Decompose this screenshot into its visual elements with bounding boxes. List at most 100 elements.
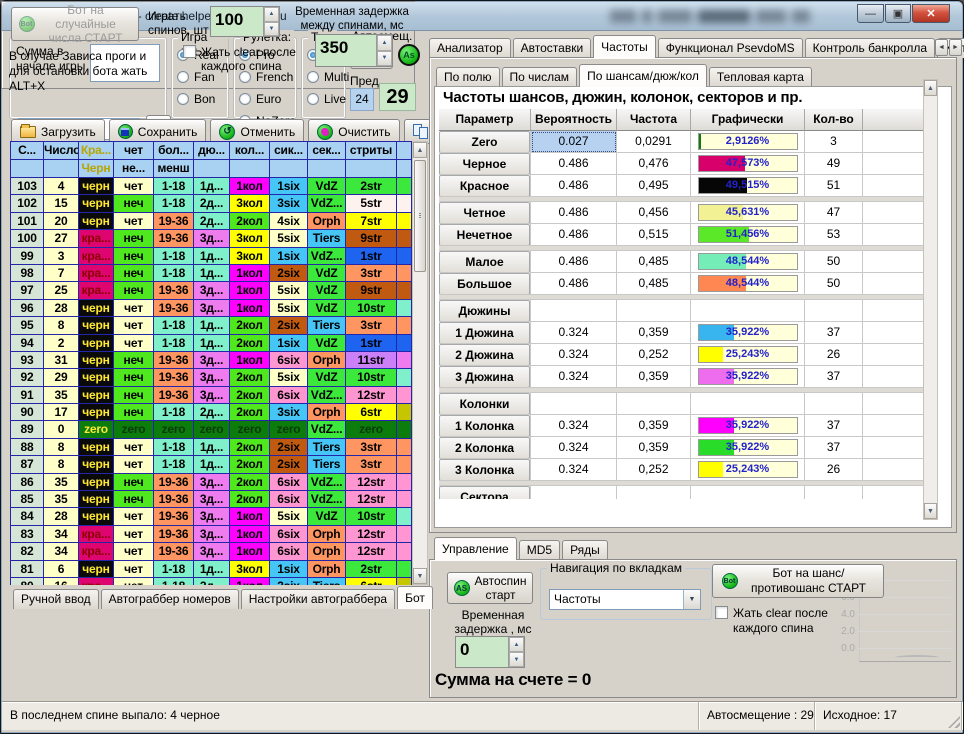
spins-row[interactable]: 9628чернчет19-363д...1кол5sixVdZ10str [11, 300, 412, 317]
frequency-param-button[interactable]: Zero [439, 131, 530, 153]
clear-after-spin-checkbox[interactable]: Жать clear после каждого спина [715, 606, 841, 636]
title-bar[interactable]: 7 HelperRoullet 8.62 - create helperroul… [2, 2, 962, 31]
spins-row[interactable]: 9331черннеч19-363д...1кол6sixOrph11str [11, 352, 412, 369]
clear-after-spin-checkbox[interactable]: Жать clear после каждого спина [183, 45, 303, 73]
frequency-param-button[interactable]: Четное [439, 202, 530, 224]
spins-row[interactable]: 9229черннеч19-363д...2кол5sixVdZ10str [11, 369, 412, 386]
scroll-down-icon[interactable]: ▼ [924, 503, 937, 519]
spins-row[interactable]: 1034чернчет1-181д...1кол1sixVdZ2str [11, 178, 412, 195]
subtab-по-полю[interactable]: По полю [436, 67, 500, 87]
step-up-icon[interactable]: ▲ [264, 7, 279, 22]
frequency-param-button[interactable]: Красное [439, 175, 530, 197]
frequency-param-button[interactable]: Черное [439, 153, 530, 175]
frequency-scrollbar[interactable]: ▲ ▼ [923, 79, 938, 520]
close-button[interactable]: ✕ [912, 4, 950, 23]
spins-row[interactable]: 9017черннеч1-182д...2кол3sixOrph6str [11, 404, 412, 421]
subtab-тепловая-карта[interactable]: Тепловая карта [709, 67, 812, 87]
spins-row[interactable]: 9725кра...неч19-363д...1кол5sixVdZ9str [11, 282, 412, 299]
spins-row[interactable]: 8535черннеч19-363д...2кол6sixVdZ...12str [11, 491, 412, 508]
frequency-param-cell: Колонки [439, 393, 531, 415]
spins-count-stepper[interactable]: 100 ▲▼ [210, 6, 280, 37]
spins-row[interactable]: 958чернчет1-181д...2кол2sixTiers3str [11, 317, 412, 334]
step-up-icon[interactable]: ▲ [509, 637, 524, 652]
step-up-icon[interactable]: ▲ [377, 35, 392, 51]
tab-анализатор[interactable]: Анализатор [429, 38, 511, 58]
frequency-param-button[interactable]: 2 Дюжина [439, 344, 530, 366]
tab-частоты[interactable]: Частоты [593, 35, 656, 58]
chevron-down-icon[interactable]: ▼ [683, 590, 700, 609]
tab-navigation-value: Частоты [550, 590, 683, 609]
tab-nav-right-icon[interactable]: ► [949, 39, 962, 56]
radio-icon[interactable] [307, 93, 319, 105]
tab-nav-left-icon[interactable]: ◄ [935, 39, 948, 56]
spins-row[interactable]: 987кра...неч1-181д...1кол2sixVdZ3str [11, 265, 412, 282]
frequency-param-button[interactable]: 3 Дюжина [439, 366, 530, 388]
bottab-бот[interactable]: Бот [397, 586, 433, 609]
subtab-по-шансам-дюж-кол[interactable]: По шансам/дюж/кол [579, 64, 707, 87]
frequency-param-button[interactable]: 3 Колонка [439, 459, 530, 481]
radio-option-bon[interactable]: Bon [177, 88, 226, 110]
spins-row[interactable]: 10027кра...неч19-363д...3кол5sixTiers9st… [11, 230, 412, 247]
spins-row[interactable]: 942чернчет1-181д...2кол1sixVdZ1str [11, 335, 412, 352]
spins-row[interactable]: 890zerozerozerozerozerozeroVdZ...zero [11, 421, 412, 438]
tab-контроль-банкролла[interactable]: Контроль банкролла [805, 38, 935, 58]
frequency-param-button[interactable]: 1 Дюжина [439, 322, 530, 344]
minimize-button[interactable]: — [857, 4, 884, 23]
spins-row[interactable]: 8428чернчет19-363д...1кол5sixVdZ10str [11, 508, 412, 525]
spins-row[interactable]: 9135черннеч19-363д...2кол6sixVdZ...12str [11, 387, 412, 404]
spins-row[interactable]: 816чернчет1-181д...3кол1sixOrph2str [11, 561, 412, 578]
ctrltab-ряды[interactable]: Ряды [562, 540, 608, 560]
chance-bot-start-button[interactable]: Bot Бот на шанс/противошанс СТАРТ [712, 564, 884, 598]
radio-option-live[interactable]: Live [307, 88, 343, 110]
scroll-up-icon[interactable]: ▲ [924, 80, 937, 96]
checkbox-icon[interactable] [715, 606, 728, 619]
tab-автоставки[interactable]: Автоставки [513, 38, 592, 58]
frequency-param-button[interactable]: 1 Колонка [439, 415, 530, 437]
bottab-автограббер-номеров[interactable]: Автограббер номеров [101, 589, 239, 609]
frequency-param-button[interactable]: Сектора [439, 486, 530, 499]
radio-icon[interactable] [177, 93, 189, 105]
step-down-icon[interactable]: ▼ [377, 51, 392, 67]
bottab-настройки-автограббера[interactable]: Настройки автограббера [241, 589, 395, 609]
frequency-param-button[interactable]: Большое [439, 273, 530, 295]
scroll-down-icon[interactable]: ▼ [413, 568, 427, 584]
scroll-up-icon[interactable]: ▲ [413, 142, 427, 158]
spins-row[interactable]: 8016кра...чет1-182д...1кол3sixTiers6str [11, 578, 412, 585]
spins-row[interactable]: 878чернчет1-181д...2кол2sixTiers3str [11, 456, 412, 473]
tab-функционал-psevdoms[interactable]: Функционал PsevdoMS [658, 38, 803, 58]
autoshift-as-icon[interactable]: As [398, 44, 420, 66]
spins-row[interactable]: 10215черннеч1-182д...3кол3sixVdZ...5str [11, 195, 412, 212]
step-down-icon[interactable]: ▼ [509, 652, 524, 667]
spin-delay-stepper[interactable]: 350 ▲▼ [315, 34, 393, 67]
ctrltab-md5[interactable]: MD5 [519, 540, 560, 560]
radio-icon[interactable] [307, 71, 319, 83]
autospin-start-button[interactable]: AS Автоспин старт [447, 572, 533, 604]
spins-scrollbar[interactable]: ▲ ▼ [412, 141, 428, 585]
control-delay-stepper[interactable]: 0 ▲▼ [455, 636, 525, 668]
spins-table[interactable]: С...ЧислоКра...четбол...дю...кол...сик..… [10, 141, 412, 585]
spins-row[interactable]: 8234кра...чет19-363д...1кол6sixOrph12str [11, 543, 412, 560]
scrollbar-thumb[interactable] [414, 160, 426, 272]
frequency-param-button[interactable]: 2 Колонка [439, 437, 530, 459]
spins-row[interactable]: 10120чернчет19-362д...2кол4sixOrph7str [11, 213, 412, 230]
checkbox-icon[interactable] [183, 45, 196, 58]
frequency-param-button[interactable]: Колонки [439, 393, 530, 415]
spins-row[interactable]: 993кра...неч1-181д...3кол1sixVdZ...1str [11, 248, 412, 265]
radio-option-multi[interactable]: Multi [307, 66, 343, 88]
radio-option-euro[interactable]: Euro [239, 88, 294, 110]
ctrltab-управление[interactable]: Управление [434, 537, 517, 560]
frequency-param-button[interactable]: Нечетное [439, 224, 530, 246]
frequency-param-button[interactable]: Дюжины [439, 300, 530, 322]
radio-icon[interactable] [239, 93, 251, 105]
maximize-button[interactable]: ▣ [885, 4, 911, 23]
subtab-по-числам[interactable]: По числам [502, 67, 578, 87]
random-bot-start-button[interactable]: Bot Бот на случайные числа СТАРТ [11, 7, 139, 41]
spins-row[interactable]: 888чернчет1-181д...2кол2sixTiers3str [11, 439, 412, 456]
frequency-param-button[interactable]: Малое [439, 251, 530, 273]
spins-cell: 3д... [194, 543, 230, 560]
spins-row[interactable]: 8635черннеч19-363д...2кол6sixVdZ...12str [11, 474, 412, 491]
step-down-icon[interactable]: ▼ [264, 22, 279, 37]
spins-row[interactable]: 8334кра...чет19-363д...1кол6sixOrph12str [11, 526, 412, 543]
tab-navigation-combobox[interactable]: Частоты ▼ [549, 589, 701, 610]
bottab-ручной-ввод[interactable]: Ручной ввод [13, 589, 99, 609]
